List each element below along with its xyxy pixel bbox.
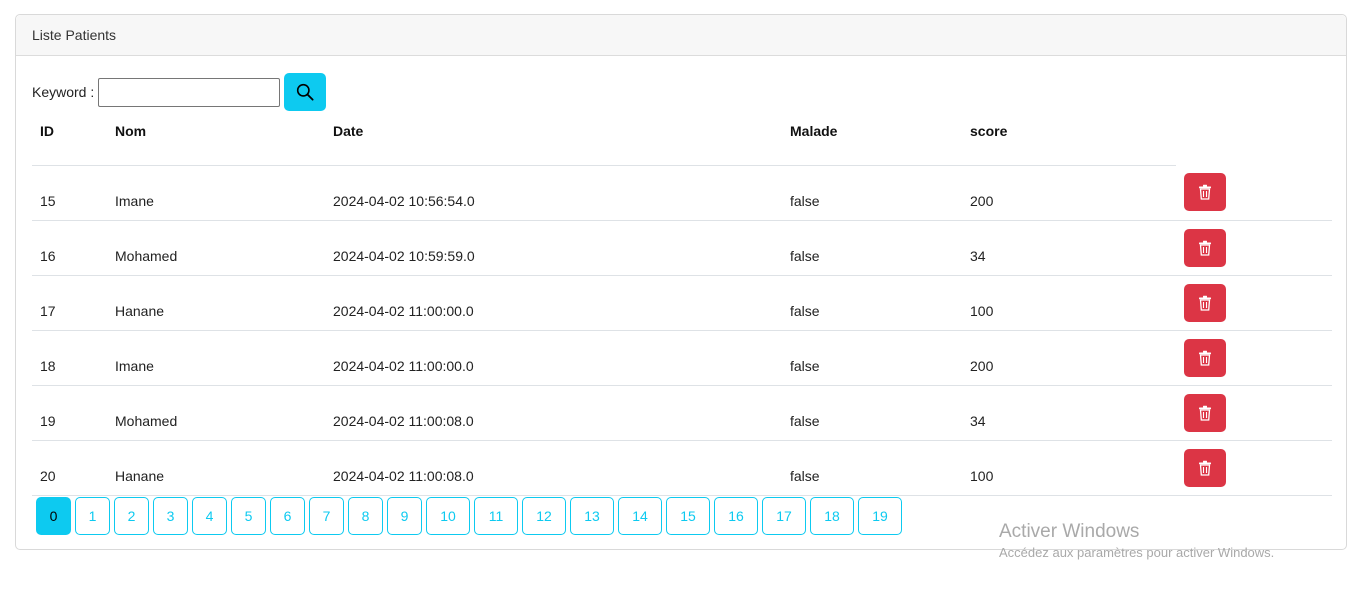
keyword-input[interactable]	[98, 77, 281, 107]
page-button-0[interactable]: 0	[36, 497, 71, 535]
cell-date: 2024-04-02 11:00:00.0	[325, 330, 782, 386]
windows-activation-watermark: Activer Windows Accédez aux paramètres p…	[999, 520, 1274, 562]
table-row: 18 Imane 2024-04-02 11:00:00.0 false 200	[32, 330, 1332, 386]
cell-malade: false	[782, 385, 962, 441]
column-header-date: Date	[325, 111, 782, 166]
cell-nom: Mohamed	[107, 220, 325, 276]
page-button-12[interactable]: 12	[522, 497, 566, 535]
cell-id: 17	[32, 275, 107, 331]
pagination: 0 1 2 3 4 5 6 7 8 9 10 11 12 13 14 15 16…	[36, 497, 906, 535]
trash-icon	[1199, 184, 1211, 200]
table-row: 19 Mohamed 2024-04-02 11:00:08.0 false 3…	[32, 385, 1332, 441]
column-header-actions	[1176, 111, 1332, 165]
page-button-15[interactable]: 15	[666, 497, 710, 535]
column-header-nom: Nom	[107, 111, 325, 166]
column-header-score: score	[962, 111, 1176, 166]
table-row: 17 Hanane 2024-04-02 11:00:00.0 false 10…	[32, 275, 1332, 331]
trash-icon	[1199, 350, 1211, 366]
cell-id: 18	[32, 330, 107, 386]
trash-icon	[1199, 240, 1211, 256]
patients-card: Liste Patients Keyword : ID Nom Date Mal…	[15, 14, 1347, 550]
cell-nom: Imane	[107, 330, 325, 386]
page-button-1[interactable]: 1	[75, 497, 110, 535]
card-title: Liste Patients	[32, 27, 117, 43]
page-button-10[interactable]: 10	[426, 497, 470, 535]
page-button-9[interactable]: 9	[387, 497, 422, 535]
cell-malade: false	[782, 220, 962, 276]
cell-date: 2024-04-02 11:00:00.0	[325, 275, 782, 331]
cell-malade: false	[782, 330, 962, 386]
cell-malade: false	[782, 440, 962, 496]
page-button-4[interactable]: 4	[192, 497, 227, 535]
cell-score: 200	[962, 165, 1176, 221]
search-form: Keyword :	[32, 73, 327, 111]
column-header-id: ID	[32, 111, 107, 166]
page-button-2[interactable]: 2	[114, 497, 149, 535]
watermark-subtitle: Accédez aux paramètres pour activer Wind…	[999, 545, 1275, 560]
cell-date: 2024-04-02 11:00:08.0	[325, 385, 782, 441]
cell-score: 34	[962, 385, 1176, 441]
table-header-row: ID Nom Date Malade score	[32, 111, 1332, 166]
cell-date: 2024-04-02 10:59:59.0	[325, 220, 782, 276]
page-button-16[interactable]: 16	[714, 497, 758, 535]
cell-id: 16	[32, 220, 107, 276]
trash-icon	[1199, 405, 1211, 421]
trash-icon	[1199, 295, 1211, 311]
card-header: Liste Patients	[16, 15, 1346, 56]
cell-nom: Imane	[107, 165, 325, 221]
delete-button[interactable]	[1184, 283, 1226, 322]
table-row: 16 Mohamed 2024-04-02 10:59:59.0 false 3…	[32, 220, 1332, 276]
page-button-17[interactable]: 17	[762, 497, 806, 535]
trash-icon	[1199, 460, 1211, 476]
search-icon	[297, 83, 314, 101]
cell-actions	[1176, 330, 1332, 386]
page-button-7[interactable]: 7	[309, 497, 344, 535]
table-row: 15 Imane 2024-04-02 10:56:54.0 false 200	[32, 165, 1332, 221]
cell-id: 15	[32, 165, 107, 221]
delete-button[interactable]	[1184, 393, 1226, 432]
cell-score: 34	[962, 220, 1176, 276]
cell-id: 19	[32, 385, 107, 441]
cell-nom: Mohamed	[107, 385, 325, 441]
page-button-13[interactable]: 13	[570, 497, 614, 535]
cell-date: 2024-04-02 11:00:08.0	[325, 440, 782, 496]
page-button-3[interactable]: 3	[153, 497, 188, 535]
delete-button[interactable]	[1184, 228, 1226, 267]
cell-actions	[1176, 385, 1332, 441]
search-button[interactable]	[284, 73, 327, 111]
page-button-6[interactable]: 6	[270, 497, 305, 535]
cell-score: 100	[962, 275, 1176, 331]
table-row: 20 Hanane 2024-04-02 11:00:08.0 false 10…	[32, 440, 1332, 496]
delete-button[interactable]	[1184, 173, 1226, 211]
cell-score: 200	[962, 330, 1176, 386]
page-button-19[interactable]: 19	[858, 497, 902, 535]
patients-table: ID Nom Date Malade score 15 Imane 2024-0…	[32, 111, 1332, 496]
page-button-5[interactable]: 5	[231, 497, 266, 535]
cell-nom: Hanane	[107, 275, 325, 331]
delete-button[interactable]	[1184, 338, 1226, 377]
cell-actions	[1176, 165, 1332, 221]
delete-button[interactable]	[1184, 448, 1226, 487]
watermark-title: Activer Windows	[999, 521, 1140, 542]
keyword-label: Keyword :	[32, 84, 95, 100]
cell-nom: Hanane	[107, 440, 325, 496]
page-button-14[interactable]: 14	[618, 497, 662, 535]
cell-actions	[1176, 440, 1332, 496]
cell-id: 20	[32, 440, 107, 496]
page-button-18[interactable]: 18	[810, 497, 854, 535]
cell-actions	[1176, 275, 1332, 331]
cell-actions	[1176, 220, 1332, 276]
column-header-malade: Malade	[782, 111, 962, 166]
page-button-11[interactable]: 11	[474, 497, 518, 535]
cell-score: 100	[962, 440, 1176, 496]
cell-malade: false	[782, 275, 962, 331]
cell-date: 2024-04-02 10:56:54.0	[325, 165, 782, 221]
page-button-8[interactable]: 8	[348, 497, 383, 535]
cell-malade: false	[782, 165, 962, 221]
